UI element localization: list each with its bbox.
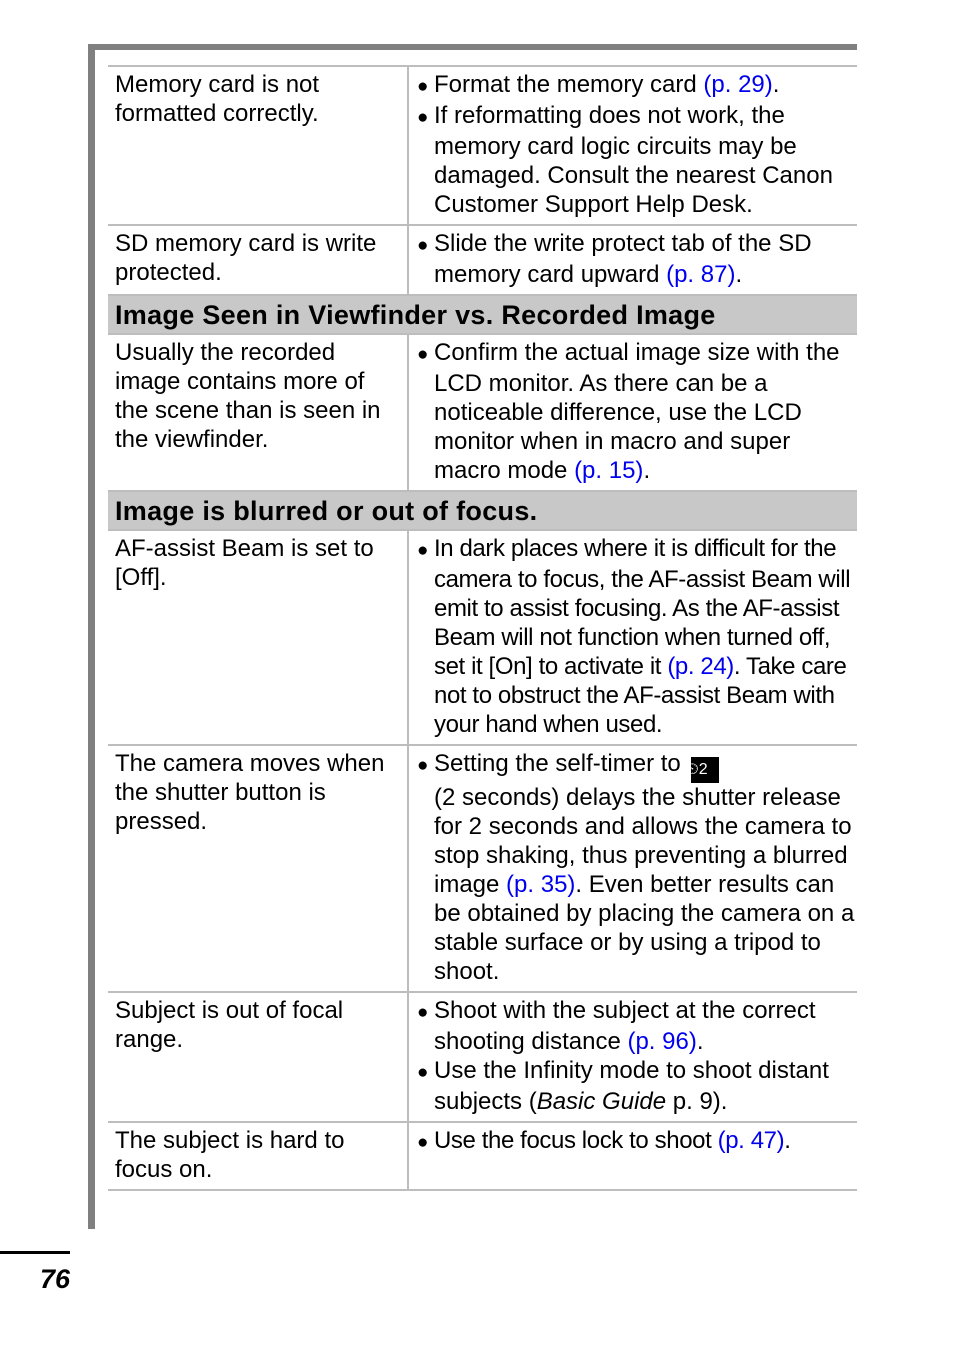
cause-cell: Memory card is not formatted correctly.: [108, 65, 409, 226]
section-title: Image is blurred or out of focus.: [108, 490, 857, 531]
table-row: The subject is hard to focus on. Use the…: [108, 1121, 857, 1191]
page-number: 76: [40, 1264, 71, 1294]
section-header: Image Seen in Viewfinder vs. Recorded Im…: [108, 294, 857, 335]
bullet-item: Confirm the actual image size with the L…: [417, 338, 857, 485]
table-row: SD memory card is write protected. Slide…: [108, 224, 857, 296]
bullet-item: Use the Infinity mode to shoot distant s…: [417, 1056, 857, 1116]
section-title: Image Seen in Viewfinder vs. Recorded Im…: [108, 294, 857, 335]
bullet-item: Shoot with the subject at the correct sh…: [417, 996, 857, 1056]
page-link[interactable]: (p. 96): [627, 1028, 696, 1055]
bullet-item: Slide the write protect tab of the SD me…: [417, 229, 857, 289]
cause-cell: Subject is out of focal range.: [108, 991, 409, 1123]
solution-cell: Slide the write protect tab of the SD me…: [408, 224, 857, 296]
top-rule: [88, 44, 857, 50]
cause-cell: The camera moves when the shutter button…: [108, 744, 409, 993]
table-row: Usually the recorded image contains more…: [108, 333, 857, 492]
book-title: Basic Guide: [536, 1088, 667, 1115]
section-header: Image is blurred or out of focus.: [108, 490, 857, 531]
table-row: Subject is out of focal range. Shoot wit…: [108, 991, 857, 1123]
page-link[interactable]: (p. 47): [718, 1127, 785, 1154]
solution-cell: Format the memory card (p. 29). If refor…: [408, 65, 857, 226]
page-number-rule: [0, 1251, 70, 1254]
page-link[interactable]: (p. 15): [574, 457, 643, 484]
table-row: AF-assist Beam is set to [Off]. In dark …: [108, 529, 857, 746]
bullet-item: Setting the self-timer to ⏲2 (2 seconds)…: [417, 749, 857, 986]
cause-cell: AF-assist Beam is set to [Off].: [108, 529, 409, 746]
page-link[interactable]: (p. 35): [506, 871, 575, 898]
bullet-item: Use the focus lock to shoot (p. 47).: [417, 1126, 857, 1157]
bullet-item: Format the memory card (p. 29).: [417, 70, 857, 101]
bullet-item: In dark places where it is difficult for…: [417, 534, 857, 739]
page-link[interactable]: (p. 87): [666, 261, 735, 288]
side-rule: [88, 44, 95, 1229]
page-link[interactable]: (p. 29): [703, 71, 772, 98]
solution-cell: Confirm the actual image size with the L…: [408, 333, 857, 492]
bullet-item: If reformatting does not work, the memor…: [417, 101, 857, 219]
cause-cell: The subject is hard to focus on.: [108, 1121, 409, 1191]
solution-cell: In dark places where it is difficult for…: [408, 529, 857, 746]
troubleshooting-table: Memory card is not formatted correctly. …: [108, 65, 857, 1191]
solution-cell: Shoot with the subject at the correct sh…: [408, 991, 857, 1123]
page-link[interactable]: (p. 24): [667, 653, 734, 680]
table-row: Memory card is not formatted correctly. …: [108, 65, 857, 226]
solution-cell: Setting the self-timer to ⏲2 (2 seconds)…: [408, 744, 857, 993]
self-timer-2s-icon: ⏲2: [686, 757, 720, 783]
table-row: The camera moves when the shutter button…: [108, 744, 857, 993]
cause-cell: SD memory card is write protected.: [108, 224, 409, 296]
solution-cell: Use the focus lock to shoot (p. 47).: [408, 1121, 857, 1191]
cause-cell: Usually the recorded image contains more…: [108, 333, 409, 492]
